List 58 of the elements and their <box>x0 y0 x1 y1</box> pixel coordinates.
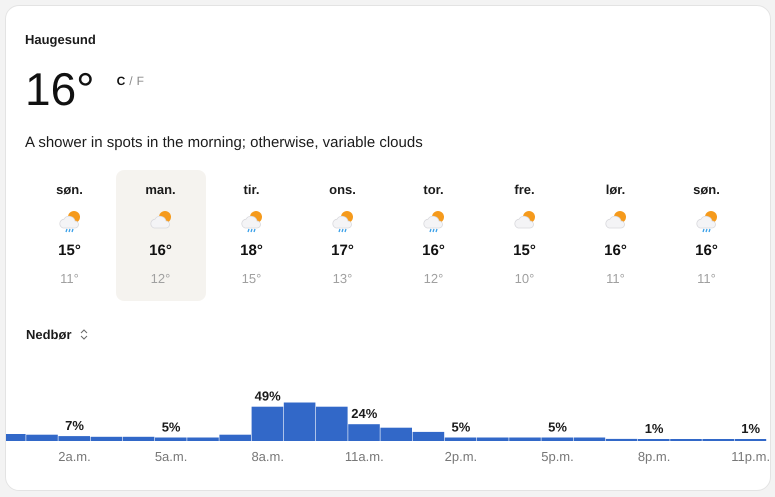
unit-separator: / <box>129 72 133 90</box>
low-temperature: 11° <box>697 270 716 288</box>
location-name: Haugesund <box>25 31 97 49</box>
precipitation-bar <box>380 428 412 441</box>
day-tab[interactable]: ons. 17° 13° <box>298 170 388 300</box>
day-name: søn. <box>56 181 83 199</box>
day-name: man. <box>145 181 176 199</box>
hour-label: 5p.m. <box>541 449 574 464</box>
day-tab[interactable]: tor. 16° 12° <box>388 170 478 300</box>
high-temperature: 16° <box>149 240 172 260</box>
hour-label: 11p.m. <box>731 449 770 464</box>
high-temperature: 16° <box>604 240 627 260</box>
day-name: tir. <box>244 181 260 199</box>
forecast-summary: A shower in spots in the morning; otherwise, variable clouds <box>25 132 424 152</box>
day-name: søn. <box>693 181 720 199</box>
percent-label: 24% <box>351 406 378 422</box>
precipitation-bar <box>284 402 316 441</box>
low-temperature: 10° <box>514 270 534 288</box>
hour-label: 2p.m. <box>444 449 478 464</box>
percent-label: 5% <box>452 420 470 434</box>
high-temperature: 15° <box>513 240 536 260</box>
hour-label: 2a.m. <box>58 449 91 464</box>
day-name: ons. <box>329 181 356 199</box>
low-temperature: 12° <box>150 270 170 288</box>
day-tab[interactable]: fre. 15° 10° <box>480 170 570 300</box>
day-name: fre. <box>514 181 535 199</box>
percent-label: 49% <box>254 388 281 404</box>
low-temperature: 11° <box>606 270 625 288</box>
unit-toggle[interactable]: F <box>136 72 144 90</box>
day-tab[interactable]: lør. 16° 11° <box>570 170 660 300</box>
unit-toggle[interactable]: C <box>116 72 126 90</box>
percent-label: 5% <box>548 420 567 434</box>
low-temperature: 13° <box>332 270 352 288</box>
high-temperature: 17° <box>331 240 354 260</box>
current-temperature: 16° <box>25 66 95 112</box>
high-temperature: 15° <box>58 240 81 260</box>
high-temperature: 16° <box>422 240 445 260</box>
low-temperature: 15° <box>242 270 262 288</box>
percent-label: 7% <box>65 418 84 434</box>
hour-label: 8a.m. <box>251 449 284 464</box>
percent-label: 5% <box>162 420 180 434</box>
day-tab[interactable]: søn. 16° 11° <box>662 170 752 300</box>
day-tab[interactable]: søn. 15° 11° <box>24 170 114 300</box>
day-name: tor. <box>423 181 444 199</box>
hour-label: 5a.m. <box>154 449 188 464</box>
hour-label: 8p.m. <box>638 449 670 464</box>
percent-label: 1% <box>644 421 664 436</box>
sort-chevron-icon <box>80 328 88 340</box>
high-temperature: 18° <box>240 240 263 260</box>
metric-dropdown[interactable]: Nedbør <box>26 324 88 344</box>
hour-label: 11a.m. <box>344 449 384 464</box>
low-temperature: 11° <box>60 270 79 288</box>
day-tab[interactable]: man. 16° 12° <box>116 170 206 300</box>
low-temperature: 12° <box>424 270 444 288</box>
day-name: lør. <box>606 181 626 199</box>
day-tab[interactable]: tir. 18° 15° <box>206 170 296 300</box>
percent-label: 1% <box>741 421 760 436</box>
high-temperature: 16° <box>695 240 718 260</box>
